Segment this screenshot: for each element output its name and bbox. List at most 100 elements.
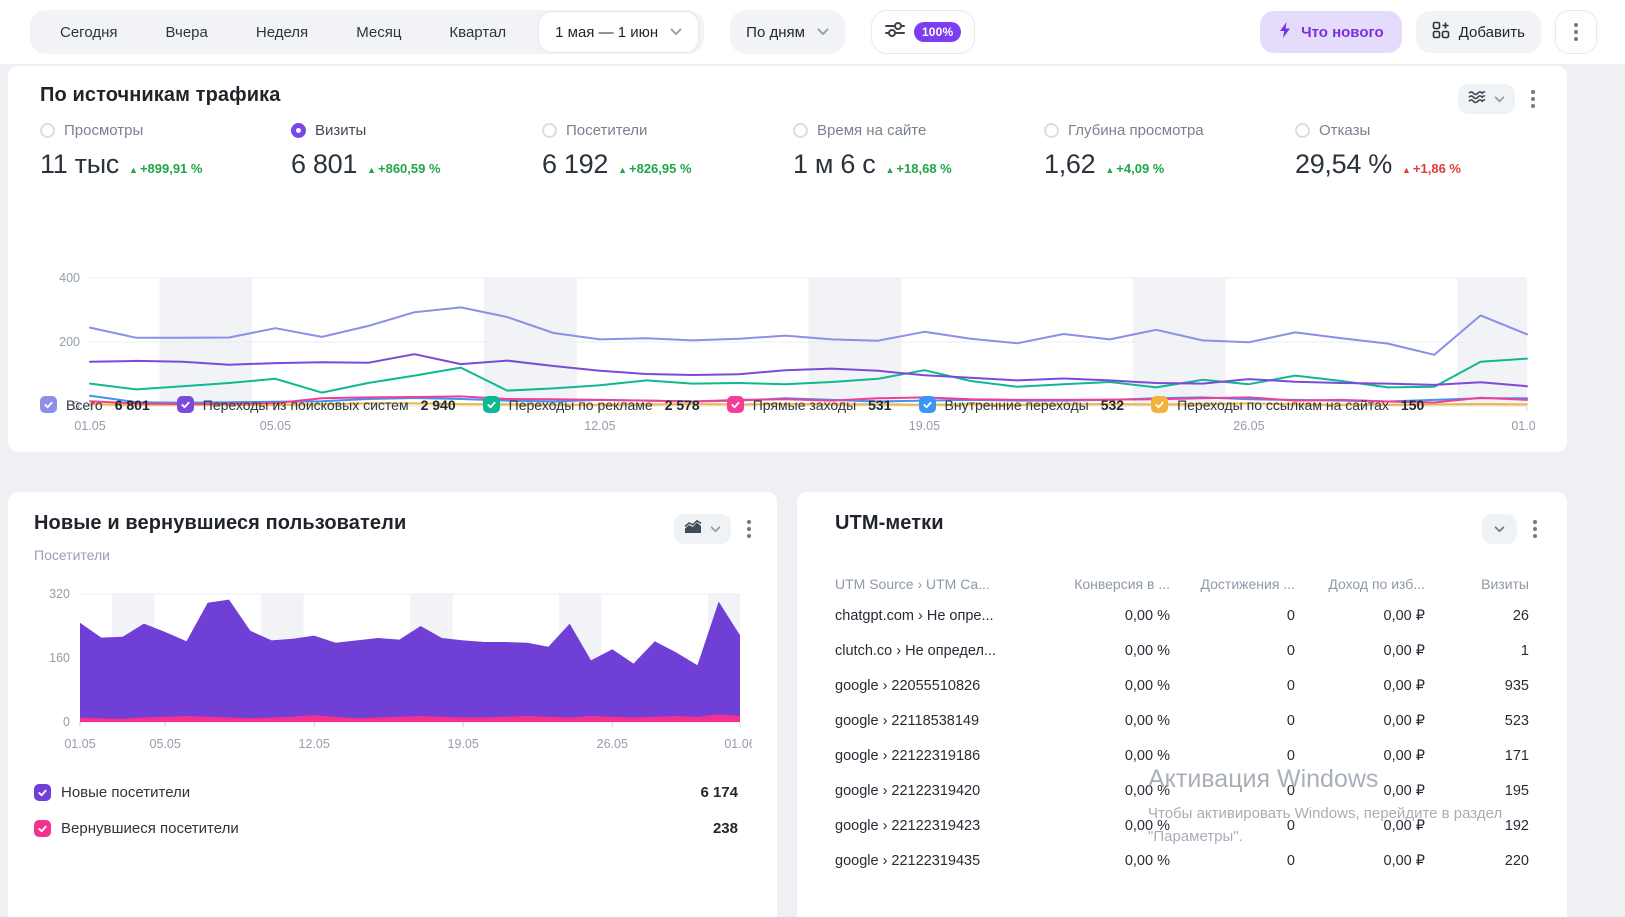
metric-value: 29,54 % bbox=[1295, 149, 1392, 180]
svg-text:320: 320 bbox=[49, 587, 70, 601]
table-row[interactable]: google › 221223194200,00 %00,00 ₽195 bbox=[835, 773, 1529, 808]
table-row[interactable]: google › 220555108260,00 %00,00 ₽935 bbox=[835, 668, 1529, 703]
checkbox-icon[interactable] bbox=[177, 396, 194, 413]
metric-label: Посетители bbox=[566, 122, 647, 139]
checkbox-icon[interactable] bbox=[34, 820, 51, 837]
utm-collapse-button[interactable] bbox=[1482, 514, 1517, 544]
checkbox-icon[interactable] bbox=[1151, 396, 1168, 413]
legend-item-search[interactable]: Переходы из поисковых систем 2 940 bbox=[177, 396, 456, 413]
period-quarter-button[interactable]: Квартал bbox=[425, 24, 530, 41]
metric-depth[interactable]: Глубина просмотра 1,62 ▲+4,09 % bbox=[1044, 122, 1295, 180]
sliders-icon bbox=[885, 22, 905, 43]
metric-radio-0[interactable] bbox=[40, 123, 55, 138]
sampling-badge: 100% bbox=[914, 22, 962, 42]
traffic-panel-menu-button[interactable] bbox=[1531, 90, 1535, 108]
checkbox-icon[interactable] bbox=[727, 396, 744, 413]
metric-views[interactable]: Просмотры 11 тыс ▲+899,91 % bbox=[40, 122, 291, 180]
checkbox-icon[interactable] bbox=[483, 396, 500, 413]
date-range-value: 1 мая — 1 июн bbox=[555, 24, 658, 41]
table-row[interactable]: google › 221223191860,00 %00,00 ₽171 bbox=[835, 738, 1529, 773]
col-goals[interactable]: Достижения ... bbox=[1170, 576, 1295, 592]
svg-text:01.06: 01.06 bbox=[724, 737, 752, 751]
svg-text:01.06: 01.06 bbox=[1511, 419, 1535, 433]
line-chart-icon bbox=[1468, 90, 1486, 109]
stacked-area-icon bbox=[684, 520, 702, 539]
legend-item-internal[interactable]: Внутренние переходы 532 bbox=[919, 396, 1125, 413]
checkbox-icon[interactable] bbox=[40, 396, 57, 413]
traffic-sources-panel: По источникам трафика Просмотры 11 тыс ▲… bbox=[8, 66, 1567, 452]
metric-visitors[interactable]: Посетители 6 192 ▲+826,95 % bbox=[542, 122, 793, 180]
granularity-dropdown[interactable]: По дням bbox=[730, 10, 845, 54]
metric-radio-5[interactable] bbox=[1295, 123, 1310, 138]
col-visits[interactable]: Визиты bbox=[1425, 576, 1529, 592]
utm-panel-title[interactable]: UTM-метки bbox=[835, 512, 944, 535]
metric-radio-1[interactable] bbox=[291, 123, 306, 138]
table-row[interactable]: google › 221223194230,00 %00,00 ₽192 bbox=[835, 808, 1529, 843]
utm-panel-menu-button[interactable] bbox=[1533, 520, 1537, 538]
date-range-picker[interactable]: 1 мая — 1 июн bbox=[538, 11, 699, 53]
utm-tags-panel: UTM-метки UTM Source › UTM Ca... Конверс… bbox=[797, 492, 1567, 917]
metric-label: Визиты bbox=[315, 122, 366, 139]
table-row[interactable]: clutch.co › Не определ...0,00 %00,00 ₽1 bbox=[835, 633, 1529, 668]
metric-visits[interactable]: Визиты 6 801 ▲+860,59 % bbox=[291, 122, 542, 180]
svg-text:19.05: 19.05 bbox=[448, 737, 479, 751]
period-month-button[interactable]: Месяц bbox=[332, 24, 425, 41]
svg-text:01.05: 01.05 bbox=[74, 419, 105, 433]
chart-type-selector[interactable] bbox=[674, 514, 731, 544]
col-conversion[interactable]: Конверсия в ... bbox=[1040, 576, 1170, 592]
traffic-chart-legend: Всего 6 801 Переходы из поисковых систем… bbox=[40, 396, 1424, 413]
metric-time-on-site[interactable]: Время на сайте 1 м 6 с ▲+18,68 % bbox=[793, 122, 1044, 180]
metric-value: 6 192 bbox=[542, 149, 608, 180]
metric-switcher: Просмотры 11 тыс ▲+899,91 % Визиты 6 801… bbox=[40, 122, 1546, 180]
legend-item-returning-visitors[interactable]: Вернувшиеся посетители 238 bbox=[34, 820, 738, 837]
utm-table: UTM Source › UTM Ca... Конверсия в ... Д… bbox=[835, 570, 1529, 878]
col-utm-source[interactable]: UTM Source › UTM Ca... bbox=[835, 576, 1040, 592]
period-week-button[interactable]: Неделя bbox=[232, 24, 332, 41]
metric-value: 6 801 bbox=[291, 149, 357, 180]
svg-text:19.05: 19.05 bbox=[909, 419, 940, 433]
legend-item-new-visitors[interactable]: Новые посетители 6 174 bbox=[34, 784, 738, 801]
metric-delta: ▲+18,68 % bbox=[886, 161, 952, 176]
whats-new-button[interactable]: Что нового bbox=[1260, 11, 1402, 53]
traffic-panel-title[interactable]: По источникам трафика bbox=[40, 84, 280, 107]
new-returning-users-chart[interactable]: 016032001.0505.0512.0519.0526.0501.06 bbox=[34, 584, 752, 752]
new-returning-users-panel: Новые и вернувшиеся пользователи Посетит… bbox=[8, 492, 777, 917]
legend-item-total[interactable]: Всего 6 801 bbox=[40, 396, 150, 413]
svg-text:160: 160 bbox=[49, 651, 70, 665]
table-row[interactable]: chatgpt.com › Не опре...0,00 %00,00 ₽26 bbox=[835, 598, 1529, 633]
period-yesterday-button[interactable]: Вчера bbox=[142, 24, 232, 41]
svg-text:26.05: 26.05 bbox=[597, 737, 628, 751]
metric-radio-2[interactable] bbox=[542, 123, 557, 138]
metric-radio-3[interactable] bbox=[793, 123, 808, 138]
add-widget-button[interactable]: Добавить bbox=[1416, 11, 1541, 53]
svg-text:26.05: 26.05 bbox=[1233, 419, 1264, 433]
legend-item-direct[interactable]: Прямые заходы 531 bbox=[727, 396, 892, 413]
toolbar-menu-button[interactable] bbox=[1555, 10, 1597, 54]
top-toolbar: Сегодня Вчера Неделя Месяц Квартал 1 мая… bbox=[0, 0, 1625, 64]
users-chart-legend: Новые посетители 6 174 Вернувшиеся посет… bbox=[34, 784, 738, 837]
metric-label: Отказы bbox=[1319, 122, 1370, 139]
table-row[interactable]: google › 221223194350,00 %00,00 ₽220 bbox=[835, 843, 1529, 878]
col-revenue[interactable]: Доход по изб... bbox=[1295, 576, 1425, 592]
chart-type-selector[interactable] bbox=[1458, 84, 1515, 114]
svg-text:01.05: 01.05 bbox=[64, 737, 95, 751]
metric-bounces[interactable]: Отказы 29,54 % ▲+1,86 % bbox=[1295, 122, 1546, 180]
users-panel-menu-button[interactable] bbox=[747, 520, 751, 538]
svg-text:0: 0 bbox=[63, 715, 70, 729]
users-panel-title[interactable]: Новые и вернувшиеся пользователи bbox=[34, 512, 406, 535]
metric-delta: ▲+899,91 % bbox=[129, 161, 202, 176]
svg-text:12.05: 12.05 bbox=[584, 419, 615, 433]
metric-delta: ▲+4,09 % bbox=[1105, 161, 1164, 176]
legend-item-site-links[interactable]: Переходы по ссылкам на сайтах 150 bbox=[1151, 396, 1424, 413]
checkbox-icon[interactable] bbox=[34, 784, 51, 801]
kebab-icon bbox=[1574, 23, 1578, 41]
svg-text:05.05: 05.05 bbox=[150, 737, 181, 751]
period-today-button[interactable]: Сегодня bbox=[36, 24, 142, 41]
table-row[interactable]: google › 221185381490,00 %00,00 ₽523 bbox=[835, 703, 1529, 738]
metric-radio-4[interactable] bbox=[1044, 123, 1059, 138]
kebab-icon bbox=[747, 520, 751, 538]
sampling-settings-button[interactable]: 100% bbox=[871, 10, 976, 54]
svg-text:200: 200 bbox=[59, 335, 80, 349]
legend-item-ads[interactable]: Переходы по рекламе 2 578 bbox=[483, 396, 700, 413]
checkbox-icon[interactable] bbox=[919, 396, 936, 413]
